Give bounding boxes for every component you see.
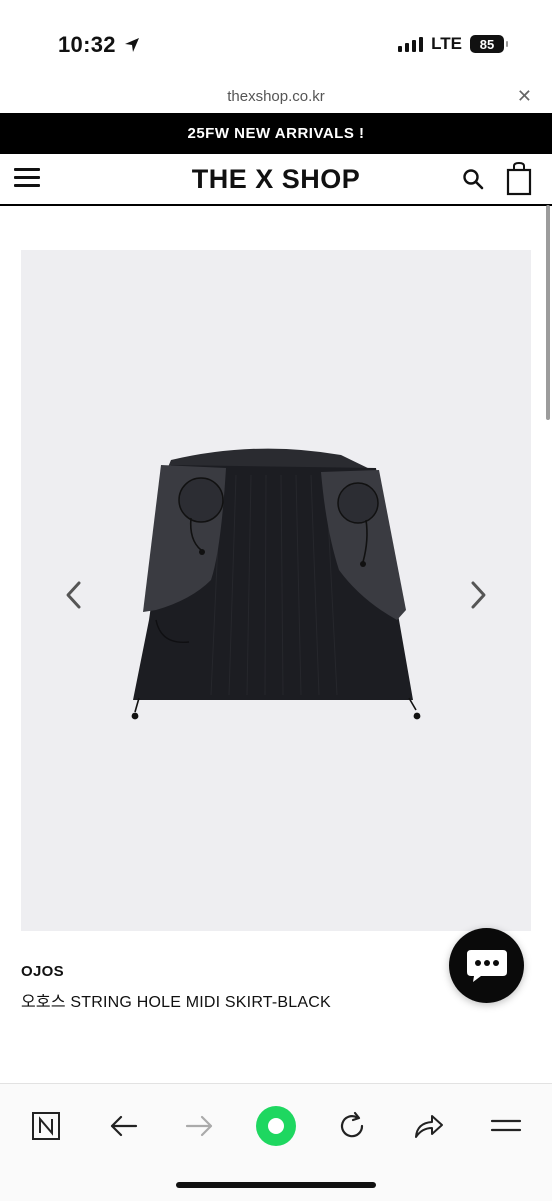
product-brand[interactable]: OJOS [21, 963, 64, 980]
forward-arrow-icon[interactable] [178, 1104, 222, 1148]
location-arrow-icon [125, 38, 140, 52]
chevron-right-icon[interactable] [463, 575, 493, 615]
carrier-label: LTE [431, 34, 462, 53]
announcement-banner[interactable]: 25FW NEW ARRIVALS ! [0, 113, 552, 154]
shopping-bag-icon[interactable] [506, 162, 532, 196]
naver-home-icon[interactable] [24, 1104, 68, 1148]
refresh-icon[interactable] [330, 1104, 374, 1148]
product-image-carousel[interactable] [21, 250, 531, 931]
chat-button[interactable] [449, 928, 524, 1003]
status-time: 10:32 [58, 32, 140, 58]
home-indicator [176, 1182, 376, 1188]
battery-level: 85 [479, 36, 495, 52]
site-header: THE X SHOP [0, 154, 552, 206]
green-dot-home-icon[interactable] [254, 1104, 298, 1148]
share-icon[interactable] [407, 1104, 451, 1148]
back-arrow-icon[interactable] [101, 1104, 145, 1148]
chevron-left-icon[interactable] [59, 575, 89, 615]
signal-icon [398, 36, 424, 52]
battery-icon: 85 [470, 35, 508, 53]
close-icon[interactable]: ✕ [517, 86, 532, 107]
announcement-text: 25FW NEW ARRIVALS ! [187, 125, 365, 142]
time-text: 10:32 [58, 32, 116, 57]
product-name[interactable]: 오호스 STRING HOLE MIDI SKIRT-BLACK [21, 988, 331, 1012]
url-bar[interactable]: thexshop.co.kr [0, 88, 552, 105]
status-indicators: LTE 85 [398, 34, 508, 54]
search-icon[interactable] [462, 168, 484, 190]
skirt-image [131, 448, 421, 720]
chat-bubble-icon [466, 949, 507, 982]
menu-lines-icon[interactable] [484, 1104, 528, 1148]
page-scrollbar[interactable] [546, 205, 550, 420]
